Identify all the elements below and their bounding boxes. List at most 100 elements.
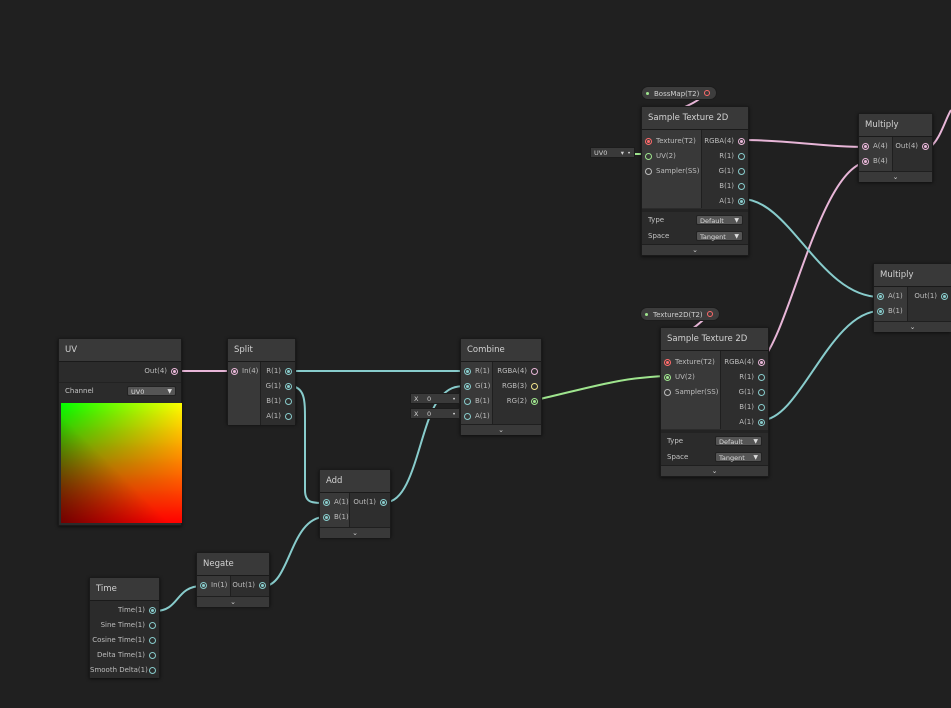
sample-bottom-out-b[interactable]: B(1) bbox=[721, 400, 768, 415]
sample-top-in-texture-dot[interactable] bbox=[645, 138, 652, 145]
combine-out-rg-dot[interactable] bbox=[531, 398, 538, 405]
sample-bottom-out-b-dot[interactable] bbox=[758, 404, 765, 411]
multiply-top-node[interactable]: Multiply A(4) B(4) Out(4) ⌄ bbox=[858, 113, 933, 182]
combine-out-rg[interactable]: RG(2) bbox=[493, 394, 541, 409]
combine-in-b-dot[interactable] bbox=[464, 398, 471, 405]
sample-bottom-in-texture[interactable]: Texture(T2) bbox=[661, 355, 720, 370]
sample-bottom-in-sampler[interactable]: Sampler(SS) bbox=[661, 385, 720, 400]
split-out-r[interactable]: R(1) bbox=[261, 364, 295, 379]
sample-top-out-r-dot[interactable] bbox=[738, 153, 745, 160]
multiply-top-in-b[interactable]: B(4) bbox=[859, 154, 892, 169]
sample-bottom-out-a[interactable]: A(1) bbox=[721, 415, 768, 430]
time-out-cosine-dot[interactable] bbox=[149, 637, 156, 644]
negate-node[interactable]: Negate In(1) Out(1) ⌄ bbox=[196, 552, 270, 607]
time-out-time[interactable]: Time(1) bbox=[90, 603, 159, 618]
combine-in-g[interactable]: G(1) bbox=[461, 379, 492, 394]
sample-bottom-out-r[interactable]: R(1) bbox=[721, 370, 768, 385]
time-out-cosine[interactable]: Cosine Time(1) bbox=[90, 633, 159, 648]
time-out-smooth-delta-dot[interactable] bbox=[149, 667, 156, 674]
combine-in-r[interactable]: R(1) bbox=[461, 364, 492, 379]
uv-out-port[interactable]: Out(4) bbox=[59, 364, 181, 379]
add-in-a[interactable]: A(1) bbox=[320, 495, 349, 510]
combine-in-g-dot[interactable] bbox=[464, 383, 471, 390]
uv-node[interactable]: UV Out(4) Channel UV0 ▼ bbox=[58, 338, 182, 526]
sample-top-in-sampler-dot[interactable] bbox=[645, 168, 652, 175]
negate-in[interactable]: In(1) bbox=[197, 578, 230, 593]
sample-top-in-texture[interactable]: Texture(T2) bbox=[642, 134, 701, 149]
add-node[interactable]: Add A(1) B(1) Out(1) ⌄ bbox=[319, 469, 391, 538]
combine-collapse-button[interactable]: ⌄ bbox=[461, 424, 541, 435]
sample-top-in-uv-dot[interactable] bbox=[645, 153, 652, 160]
multiply-top-in-a-dot[interactable] bbox=[862, 143, 869, 150]
add-in-b[interactable]: B(1) bbox=[320, 510, 349, 525]
add-collapse-button[interactable]: ⌄ bbox=[320, 527, 390, 538]
sample-top-collapse-button[interactable]: ⌄ bbox=[642, 244, 748, 255]
combine-in-r-dot[interactable] bbox=[464, 368, 471, 375]
time-out-time-dot[interactable] bbox=[149, 607, 156, 614]
time-out-sine-dot[interactable] bbox=[149, 622, 156, 629]
time-out-smooth-delta[interactable]: Smooth Delta(1) bbox=[90, 663, 159, 678]
multiply-bottom-in-b[interactable]: B(1) bbox=[874, 304, 907, 319]
sample-top-out-b[interactable]: B(1) bbox=[702, 179, 748, 194]
add-in-b-dot[interactable] bbox=[323, 514, 330, 521]
split-out-g[interactable]: G(1) bbox=[261, 379, 295, 394]
sample-bottom-out-g-dot[interactable] bbox=[758, 389, 765, 396]
uv-out-dot[interactable] bbox=[171, 368, 178, 375]
multiply-top-in-b-dot[interactable] bbox=[862, 158, 869, 165]
negate-in-dot[interactable] bbox=[200, 582, 207, 589]
negate-out[interactable]: Out(1) bbox=[231, 578, 269, 593]
sample-texture-bottom-node[interactable]: Sample Texture 2D Texture(T2) UV(2) Samp… bbox=[660, 327, 769, 477]
combine-a-input-field[interactable]: X 0 • bbox=[410, 408, 460, 419]
sample-bottom-out-rgba[interactable]: RGBA(4) bbox=[721, 355, 768, 370]
multiply-top-out[interactable]: Out(4) bbox=[893, 139, 932, 154]
combine-out-rgba-dot[interactable] bbox=[531, 368, 538, 375]
sample-bottom-space-dropdown[interactable]: Tangent ▼ bbox=[715, 452, 762, 462]
sample-top-space-dropdown[interactable]: Tangent ▼ bbox=[696, 231, 743, 241]
combine-out-rgb-dot[interactable] bbox=[531, 383, 538, 390]
multiply-bottom-in-b-dot[interactable] bbox=[877, 308, 884, 315]
negate-out-dot[interactable] bbox=[259, 582, 266, 589]
combine-in-a-dot[interactable] bbox=[464, 413, 471, 420]
multiply-top-out-dot[interactable] bbox=[922, 143, 929, 150]
sample-top-in-uv[interactable]: UV(2) bbox=[642, 149, 701, 164]
combine-b-input-field[interactable]: X 0 • bbox=[410, 393, 460, 404]
sample-top-out-a-dot[interactable] bbox=[738, 198, 745, 205]
texture2d-out-dot[interactable] bbox=[707, 311, 713, 317]
multiply-top-collapse-button[interactable]: ⌄ bbox=[859, 171, 932, 182]
split-out-g-dot[interactable] bbox=[285, 383, 292, 390]
sample-bottom-type-dropdown[interactable]: Default ▼ bbox=[715, 436, 762, 446]
texture2d-property-pill[interactable]: Texture2D(T2) bbox=[640, 307, 720, 321]
combine-out-rgba[interactable]: RGBA(4) bbox=[493, 364, 541, 379]
combine-in-b[interactable]: B(1) bbox=[461, 394, 492, 409]
sample-top-type-dropdown[interactable]: Default ▼ bbox=[696, 215, 743, 225]
sample-top-out-rgba-dot[interactable] bbox=[738, 138, 745, 145]
sample-top-uv-field[interactable]: UV0 ▾ • bbox=[590, 147, 635, 158]
split-in-dot[interactable] bbox=[231, 368, 238, 375]
sample-top-out-g[interactable]: G(1) bbox=[702, 164, 748, 179]
multiply-bottom-out[interactable]: Out(1) bbox=[908, 289, 951, 304]
sample-top-out-b-dot[interactable] bbox=[738, 183, 745, 190]
time-node[interactable]: Time Time(1) Sine Time(1) Cosine Time(1)… bbox=[89, 577, 160, 678]
split-out-b[interactable]: B(1) bbox=[261, 394, 295, 409]
sample-top-out-rgba[interactable]: RGBA(4) bbox=[702, 134, 748, 149]
split-out-b-dot[interactable] bbox=[285, 398, 292, 405]
sample-bottom-in-uv[interactable]: UV(2) bbox=[661, 370, 720, 385]
split-out-r-dot[interactable] bbox=[285, 368, 292, 375]
split-out-a[interactable]: A(1) bbox=[261, 409, 295, 424]
multiply-top-in-a[interactable]: A(4) bbox=[859, 139, 892, 154]
add-out[interactable]: Out(1) bbox=[350, 495, 390, 510]
sample-bottom-out-g[interactable]: G(1) bbox=[721, 385, 768, 400]
sample-top-in-sampler[interactable]: Sampler(SS) bbox=[642, 164, 701, 179]
sample-top-out-a[interactable]: A(1) bbox=[702, 194, 748, 209]
sample-bottom-in-sampler-dot[interactable] bbox=[664, 389, 671, 396]
sample-bottom-out-r-dot[interactable] bbox=[758, 374, 765, 381]
split-node[interactable]: Split In(4) R(1) G(1) B(1) A(1) bbox=[227, 338, 296, 425]
sample-bottom-out-a-dot[interactable] bbox=[758, 419, 765, 426]
sample-top-out-r[interactable]: R(1) bbox=[702, 149, 748, 164]
sample-bottom-collapse-button[interactable]: ⌄ bbox=[661, 465, 768, 476]
split-out-a-dot[interactable] bbox=[285, 413, 292, 420]
sample-bottom-out-rgba-dot[interactable] bbox=[758, 359, 765, 366]
time-out-delta[interactable]: Delta Time(1) bbox=[90, 648, 159, 663]
time-out-delta-dot[interactable] bbox=[149, 652, 156, 659]
multiply-bottom-in-a[interactable]: A(1) bbox=[874, 289, 907, 304]
